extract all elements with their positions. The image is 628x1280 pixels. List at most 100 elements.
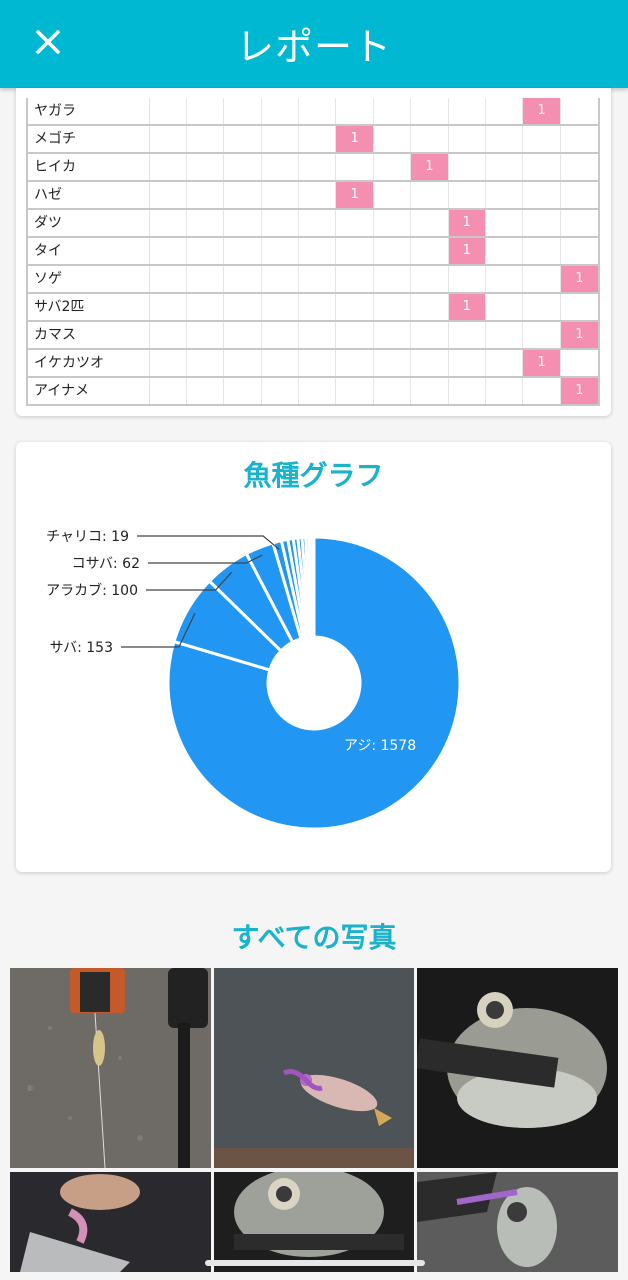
table-cell [299, 154, 337, 180]
table-cell [449, 154, 486, 180]
table-cell [374, 322, 412, 348]
table-cell [224, 154, 262, 180]
table-cell [187, 126, 225, 152]
table-cell [336, 238, 374, 264]
table-row: ダツ 1 [28, 210, 598, 238]
table-cell [150, 350, 187, 376]
table-cell [486, 126, 524, 152]
photo-thumbnail[interactable] [214, 968, 414, 1168]
table-cell [561, 210, 598, 236]
species-name: カマス [28, 322, 150, 348]
table-cell [374, 210, 412, 236]
table-cell [187, 266, 225, 292]
pie-slice-minor[interactable] [310, 535, 316, 639]
catch-count: 1 [537, 103, 546, 118]
species-name: ダツ [28, 210, 150, 236]
table-cell [187, 210, 225, 236]
catch-table-card: ヤガラ 1 メゴチ 1 ヒイカ 1 ハゼ 1 ダツ 1 タイ 1 ソゲ 1 サバ2匹 1 カマス 1 イケカツオ 1 ア… [16, 88, 611, 416]
catch-count-cell: 1 [560, 378, 599, 404]
table-cell [150, 266, 187, 292]
table-cell [299, 98, 337, 124]
species-name: タイ [28, 238, 150, 264]
table-cell [411, 126, 449, 152]
table-row: ハゼ 1 [28, 182, 598, 210]
species-name: ソゲ [28, 266, 150, 292]
table-cell [374, 126, 412, 152]
species-pie-chart: アジ: 1578 サバ: 153 アラカブ: 100 コサバ: 62 チャリコ: 19 [46, 529, 462, 831]
table-cell [262, 294, 300, 320]
photo-thumbnail[interactable] [417, 968, 618, 1168]
table-cell [187, 154, 225, 180]
table-cell [336, 154, 374, 180]
table-row: ヒイカ 1 [28, 154, 598, 182]
slice-label: アジ: 1578 [344, 738, 416, 754]
table-cell [224, 238, 262, 264]
table-cell [336, 98, 374, 124]
catch-count: 1 [350, 187, 359, 202]
page-title: レポート [235, 25, 392, 69]
catch-count: 1 [575, 383, 584, 398]
table-cell [336, 294, 374, 320]
table-cell [411, 378, 449, 404]
species-name: アイナメ [28, 378, 150, 404]
table-cell [449, 182, 486, 208]
table-cell [150, 294, 187, 320]
table-cell [187, 182, 225, 208]
table-cell [336, 350, 374, 376]
table-cell [224, 210, 262, 236]
table-cell [411, 98, 449, 124]
slice-label: サバ: 153 [50, 640, 113, 656]
table-cell [486, 350, 524, 376]
table-cell [486, 294, 524, 320]
table-cell [374, 266, 412, 292]
catch-count-cell: 1 [448, 210, 486, 236]
table-cell [449, 126, 486, 152]
table-cell [486, 182, 524, 208]
table-cell [374, 350, 412, 376]
table-cell [150, 154, 187, 180]
table-cell [523, 238, 561, 264]
table-cell [523, 266, 561, 292]
table-cell [262, 154, 300, 180]
table-row: タイ 1 [28, 238, 598, 266]
table-cell [411, 210, 449, 236]
photo-thumbnail[interactable] [10, 1172, 211, 1272]
table-row: アイナメ 1 [28, 378, 599, 404]
table-cell [187, 294, 225, 320]
table-cell [299, 322, 337, 348]
table-cell [486, 266, 524, 292]
table-cell [224, 182, 262, 208]
table-cell [187, 98, 225, 124]
table-cell [411, 266, 449, 292]
table-cell [299, 210, 337, 236]
species-name: ヤガラ [28, 98, 150, 124]
table-cell [224, 266, 262, 292]
table-row: ヤガラ 1 [28, 98, 598, 126]
table-cell [299, 238, 337, 264]
chart-card: 魚種グラフ アジ: 1578 サバ: 153 アラカブ: 100 コサバ: 62 チャリ… [16, 442, 611, 872]
table-cell [262, 238, 300, 264]
photo-thumbnail[interactable] [214, 1172, 414, 1272]
table-cell [411, 238, 449, 264]
table-row: カマス 1 [28, 322, 599, 350]
catch-count-cell: 1 [448, 294, 486, 320]
table-cell [523, 294, 561, 320]
photo-thumbnail[interactable] [10, 968, 211, 1168]
photo-thumbnail[interactable] [417, 1172, 618, 1272]
table-cell [411, 322, 449, 348]
table-cell [150, 126, 187, 152]
table-cell [486, 322, 524, 348]
catch-count-cell: 1 [523, 350, 561, 376]
table-cell [150, 322, 187, 348]
table-cell [262, 98, 300, 124]
catch-count: 1 [425, 159, 434, 174]
table-cell [561, 294, 598, 320]
table-cell [486, 210, 524, 236]
catch-count-cell: 1 [560, 322, 599, 348]
table-cell [561, 154, 598, 180]
table-cell [374, 378, 412, 404]
catch-count: 1 [575, 327, 584, 342]
table-cell [150, 98, 187, 124]
table-cell [224, 126, 262, 152]
table-cell [561, 182, 598, 208]
